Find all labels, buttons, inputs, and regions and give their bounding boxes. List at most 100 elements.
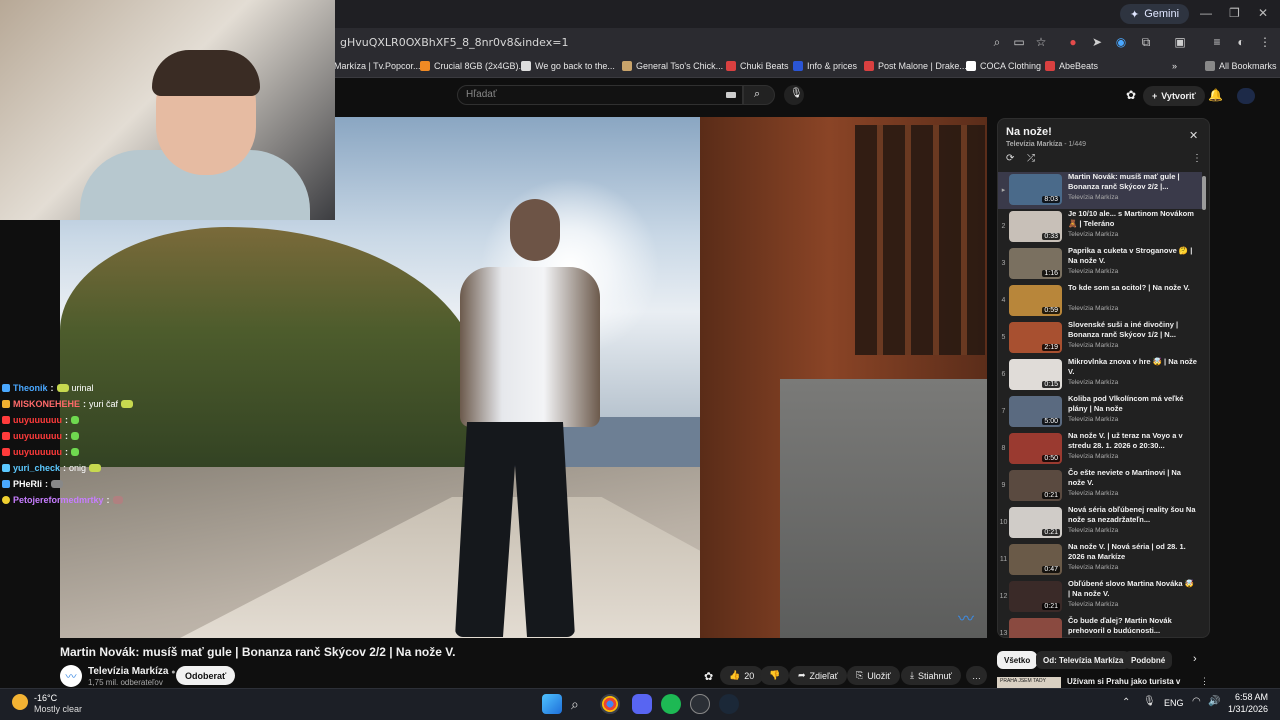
playlist-item[interactable]: 9 0:21 Čo ešte neviete o Martinovi | Na … bbox=[998, 468, 1202, 505]
extension-icon[interactable]: ● bbox=[1066, 35, 1080, 49]
cast-icon[interactable]: ▭ bbox=[1012, 35, 1026, 49]
chat-message: uuyuuuuuu: bbox=[2, 431, 79, 441]
minimize-icon[interactable]: — bbox=[1200, 6, 1212, 20]
wifi-icon[interactable]: ◠ bbox=[1192, 696, 1201, 707]
clock-date[interactable]: 1/31/2026 bbox=[1224, 704, 1268, 714]
like-button[interactable]: 👍 20 bbox=[720, 666, 764, 685]
channel-name[interactable]: Televízia Markíza ● bbox=[88, 666, 175, 677]
avatar[interactable] bbox=[1237, 88, 1255, 104]
bookmark-item[interactable]: AbeBeats bbox=[1045, 61, 1098, 71]
gemini-button[interactable]: ✦ Gemini bbox=[1120, 4, 1190, 24]
download-button[interactable]: ⤓ Stiahnuť bbox=[901, 666, 961, 685]
chrome-icon[interactable] bbox=[600, 694, 620, 714]
playlist-item[interactable]: ▸ 8:03 Martin Novák: musíš mať gule | Bo… bbox=[998, 172, 1202, 209]
microphone-icon[interactable]: 🎙 bbox=[1143, 696, 1156, 707]
emote-icon bbox=[89, 464, 102, 472]
shuffle-icon[interactable]: ⤮ bbox=[1027, 153, 1035, 164]
extension-icon[interactable]: ◉ bbox=[1114, 35, 1128, 49]
keyboard-icon[interactable] bbox=[726, 92, 736, 98]
playlist-scrollbar[interactable] bbox=[1202, 176, 1206, 210]
address-bar[interactable]: gHvuQXLR0OXBhXF5_8_8nr0v8&index=1 bbox=[340, 36, 568, 49]
more-bookmarks-button[interactable]: » bbox=[1172, 61, 1177, 71]
video-frame-person-head bbox=[510, 199, 560, 261]
weather-moon-icon[interactable] bbox=[12, 694, 28, 710]
playlist-meta: Televízia Markíza - 1/449 bbox=[1006, 141, 1087, 148]
language-indicator[interactable]: ENG bbox=[1164, 698, 1184, 708]
playlist-item[interactable]: 13 Čo bude ďalej? Martin Novák prehovori… bbox=[998, 616, 1202, 638]
chevron-right-icon[interactable]: › bbox=[1193, 653, 1197, 665]
emote-icon bbox=[112, 496, 123, 504]
chat-message: MISKONEHEHE: yuri čaf bbox=[2, 399, 134, 409]
chip-related[interactable]: Podobné bbox=[1124, 651, 1173, 669]
obs-icon[interactable] bbox=[690, 694, 710, 714]
playlist-item[interactable]: 10 0:21 Nová séria obľúbenej reality šou… bbox=[998, 505, 1202, 542]
video-thumbnail[interactable]: PRAHA JSEM TADY bbox=[997, 677, 1061, 688]
share-icon: ➦ bbox=[798, 670, 806, 680]
bookmark-item[interactable]: Crucial 8GB (2x4GB)... bbox=[420, 61, 526, 71]
bookmark-item[interactable]: Markíza | Tv.Popcor... bbox=[334, 61, 421, 71]
playlist-item[interactable]: 6 0:15 Mikrovlnka znova v hre 🤯 | Na nož… bbox=[998, 357, 1202, 394]
steam-icon[interactable] bbox=[719, 694, 739, 714]
subscribe-button[interactable]: Odoberať bbox=[176, 666, 236, 685]
search-icon[interactable]: ⌕ bbox=[571, 696, 591, 716]
save-button[interactable]: ⎘ Uložiť bbox=[847, 666, 900, 685]
chip-from-channel[interactable]: Od: Televízia Markíza bbox=[1036, 651, 1131, 669]
loop-icon[interactable]: ⟳ bbox=[1006, 153, 1014, 164]
more-actions-button[interactable]: … bbox=[966, 666, 987, 685]
voice-search-button[interactable]: 🎙 bbox=[784, 85, 804, 105]
chip-all[interactable]: Všetko bbox=[997, 651, 1038, 669]
bookmark-favicon-icon bbox=[726, 61, 736, 71]
badge-icon bbox=[2, 448, 10, 456]
playlist-item[interactable]: 8 0:50 Na nože V. | už teraz na Voyo a v… bbox=[998, 431, 1202, 468]
playlist-menu-icon[interactable]: ⋮ bbox=[1192, 153, 1202, 164]
playlist-item[interactable]: 2 0:33 Je 10/10 ale... s Martinom Nováko… bbox=[998, 209, 1202, 246]
notifications-bell-icon[interactable]: 🔔 bbox=[1208, 88, 1223, 102]
create-button[interactable]: + Vytvoriť bbox=[1143, 86, 1205, 106]
zoom-icon[interactable]: ⌕ bbox=[990, 35, 1004, 49]
profile-avatar-icon[interactable]: ◐ bbox=[1234, 35, 1248, 49]
channel-avatar[interactable]: 〰 bbox=[60, 665, 82, 687]
gear-icon[interactable]: ✿ bbox=[1126, 88, 1136, 102]
close-icon[interactable]: ✕ bbox=[1189, 129, 1198, 142]
maximize-icon[interactable]: ❐ bbox=[1229, 6, 1240, 20]
search-button[interactable]: ⌕ bbox=[743, 85, 775, 105]
sidepanel-icon[interactable]: ▣ bbox=[1173, 35, 1187, 49]
playlist-item[interactable]: 5 2:19 Slovenské suši a iné divočiny | B… bbox=[998, 320, 1202, 357]
bookmark-item[interactable]: Chuki Beats bbox=[726, 61, 789, 71]
all-bookmarks-button[interactable]: All Bookmarks bbox=[1205, 61, 1277, 71]
bookmark-item[interactable]: Post Malone | Drake... bbox=[864, 61, 967, 71]
menu-kebab-icon[interactable]: ⋮ bbox=[1258, 35, 1272, 49]
playlist-item[interactable]: 3 1:16 Paprika a cuketa v Stroganove 🤔 |… bbox=[998, 246, 1202, 283]
chat-message: uuyuuuuuu: bbox=[2, 447, 79, 457]
kebab-menu-icon[interactable]: ⋮ bbox=[1200, 676, 1209, 687]
bookmark-star-icon[interactable]: ☆ bbox=[1034, 35, 1048, 49]
sparkle-ai-icon[interactable]: ✿ bbox=[704, 670, 713, 683]
plus-icon: + bbox=[1152, 91, 1158, 101]
search-input[interactable]: Hľadať bbox=[457, 85, 743, 105]
bookmark-item[interactable]: Info & prices bbox=[793, 61, 857, 71]
extensions-puzzle-icon[interactable]: ⧉ bbox=[1139, 35, 1153, 49]
discord-icon[interactable] bbox=[632, 694, 652, 714]
bookmark-item[interactable]: General Tso's Chick... bbox=[622, 61, 723, 71]
playlist-item[interactable]: 7 5:00 Koliba pod Vlkolíncom má veľké pl… bbox=[998, 394, 1202, 431]
badge-icon bbox=[2, 464, 10, 472]
media-icon[interactable]: ≡ bbox=[1210, 35, 1224, 49]
webcam-person-hair bbox=[152, 50, 260, 96]
clock-time[interactable]: 6:58 AM bbox=[1232, 692, 1268, 702]
windows-start-icon[interactable] bbox=[542, 694, 562, 714]
weather-temp[interactable]: -16°C bbox=[34, 693, 57, 703]
recommended-video-title[interactable]: Užívam si Prahu jako turista v bbox=[1067, 677, 1180, 686]
spotify-icon[interactable] bbox=[661, 694, 681, 714]
bookmark-item[interactable]: COCA Clothing bbox=[966, 61, 1041, 71]
bookmark-item[interactable]: We go back to the... bbox=[521, 61, 615, 71]
playlist-item[interactable]: 12 0:21 Obľúbené slovo Martina Nováka 🤯 … bbox=[998, 579, 1202, 616]
close-window-icon[interactable]: ✕ bbox=[1258, 6, 1268, 20]
tray-chevron-up-icon[interactable]: ⌃ bbox=[1122, 697, 1130, 708]
playlist-item[interactable]: 11 0:47 Na nože V. | Nová séria | od 28.… bbox=[998, 542, 1202, 579]
extension-icon[interactable]: ➤ bbox=[1090, 35, 1104, 49]
volume-icon[interactable]: 🔊 bbox=[1208, 696, 1220, 707]
video-thumbnail: 0:21 bbox=[1009, 581, 1062, 612]
share-button[interactable]: ➦ Zdieľať bbox=[789, 666, 848, 685]
dislike-button[interactable]: 👎 bbox=[760, 666, 790, 685]
playlist-item[interactable]: 4 0:59 To kde som sa ocitol? | Na nože V… bbox=[998, 283, 1202, 320]
